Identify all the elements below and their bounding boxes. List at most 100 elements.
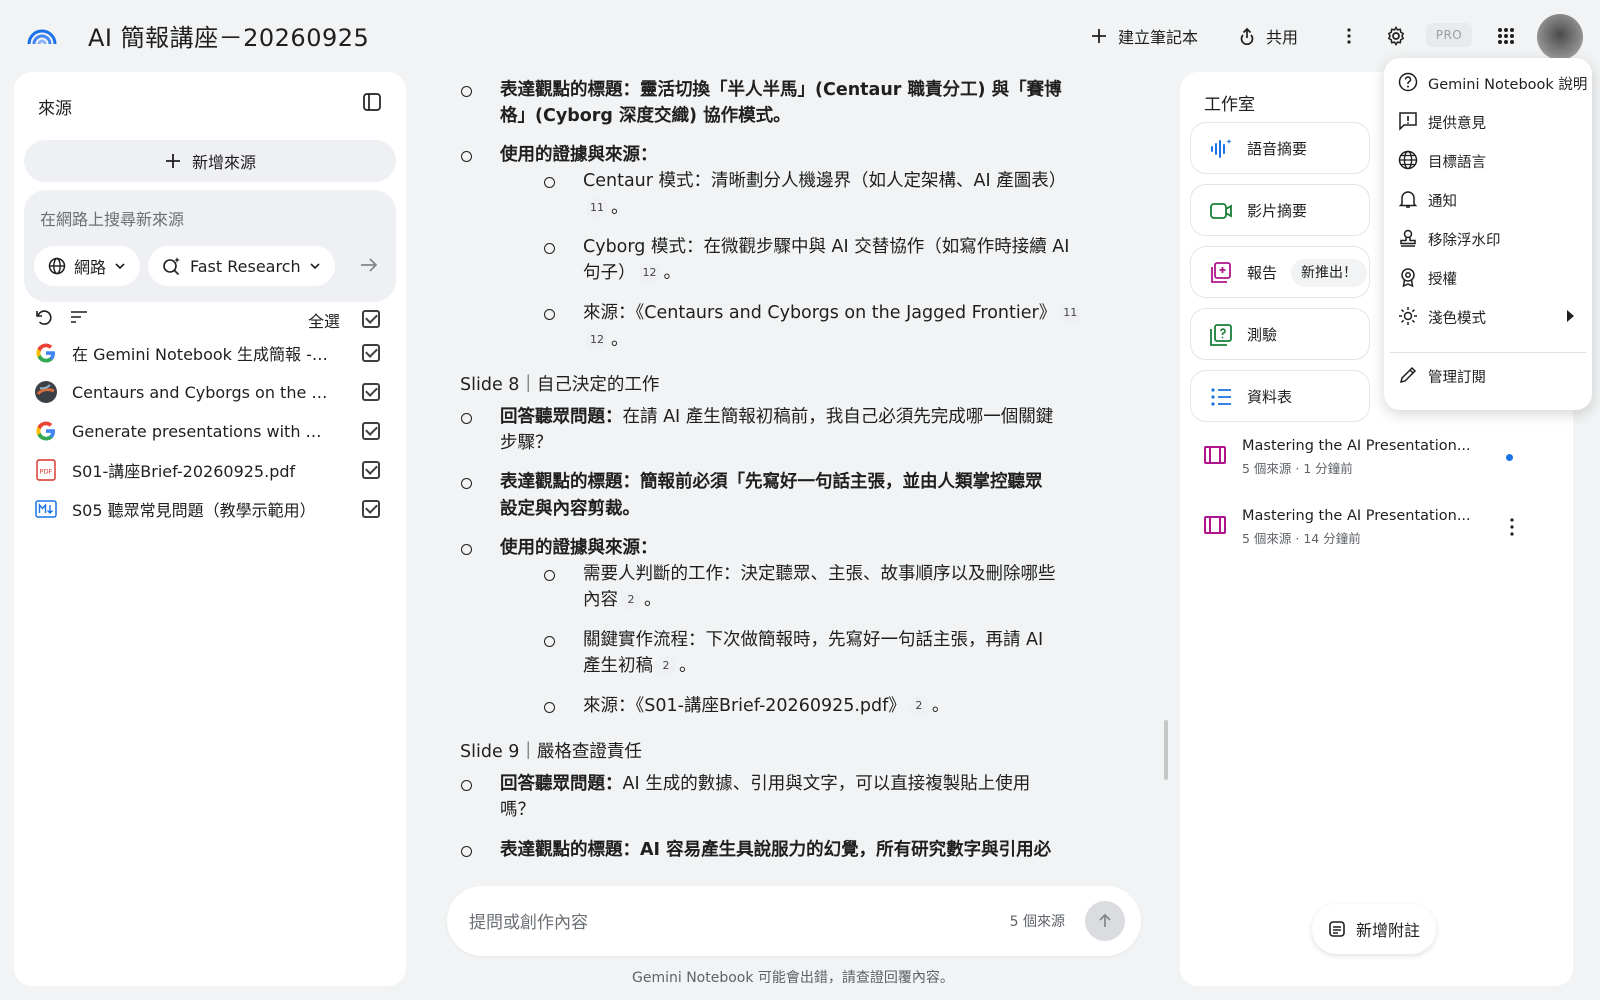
more-vert-icon[interactable] (1509, 516, 1515, 538)
collapse-panel-icon[interactable] (360, 90, 384, 114)
arrow-right-icon[interactable] (358, 254, 380, 276)
studio-card-label: 資料表 (1247, 388, 1293, 406)
saved-note-item[interactable]: Mastering the AI Presentation... 5 個來源 ·… (1180, 430, 1573, 490)
user-avatar[interactable] (1537, 14, 1583, 60)
feedback-icon (1399, 112, 1417, 131)
studio-audio-overview[interactable]: 語音摘要 (1190, 122, 1370, 174)
studio-data-table[interactable]: 資料表 (1190, 370, 1370, 422)
response-line: 內容 2。 (583, 587, 662, 614)
content-scrollbar[interactable] (1164, 720, 1168, 780)
more-options-button[interactable] (1333, 20, 1365, 52)
period: 。 (611, 198, 629, 218)
select-all-checkbox[interactable] (362, 310, 380, 328)
source-checkbox[interactable] (362, 383, 380, 401)
citation-chip[interactable]: 11 (586, 198, 608, 218)
add-source-button[interactable]: 新增來源 (24, 140, 396, 182)
studio-video-overview[interactable]: 影片摘要 (1190, 184, 1370, 236)
bold-label: 表達觀點的標題： (500, 80, 640, 100)
create-notebook-button[interactable]: 建立筆記本 (1090, 22, 1198, 50)
source-checkbox[interactable] (362, 500, 380, 518)
source-item[interactable]: Centaurs and Cyborgs on the Ja... (14, 373, 406, 411)
note-title: Mastering the AI Presentation... (1242, 438, 1471, 454)
chat-input-box[interactable]: 提問或創作內容 5 個來源 (447, 886, 1141, 956)
period: 。 (644, 590, 662, 610)
refresh-icon[interactable] (34, 308, 54, 328)
research-chip-label: Fast Research (190, 256, 301, 276)
bullet-marker (461, 478, 472, 489)
share-button[interactable]: 共用 (1238, 22, 1298, 50)
bold-text: 靈活切換「半人半馬」(Centaur 職責分工) 與「賽博 (640, 80, 1062, 100)
citation-chip[interactable]: 12 (586, 330, 608, 350)
help-icon (1398, 72, 1418, 92)
studio-card-label: 報告 (1247, 264, 1278, 282)
menu-item-notifications[interactable]: 通知 (1384, 179, 1592, 219)
menu-divider (1390, 352, 1586, 353)
menu-item-label: Gemini Notebook 說明 (1428, 77, 1588, 93)
add-note-button[interactable]: 新增附註 (1312, 904, 1436, 954)
source-item[interactable]: S05 聽眾常見問題（教學示範用） (14, 490, 406, 528)
source-count: 5 個來源 (1009, 914, 1065, 930)
chat-input[interactable]: 提問或創作內容 (469, 908, 588, 933)
response-line: 步驟？ (500, 433, 553, 453)
settings-button[interactable] (1380, 20, 1412, 52)
response-line: 嗎？ (500, 800, 535, 820)
gear-icon (1387, 26, 1405, 46)
response-line: 表達觀點的標題：AI 容易產生具說服力的幻覺，所有研究數字與引用必 (500, 837, 1051, 864)
response-line: 產生初稿 2。 (583, 653, 697, 680)
citation-chip[interactable]: 2 (621, 590, 641, 610)
sparkle-search-icon (163, 257, 180, 276)
saved-note-item[interactable]: Mastering the AI Presentation... 5 個來源 ·… (1180, 500, 1573, 560)
bullet-marker (461, 846, 472, 857)
notebook-logo-icon[interactable] (26, 20, 58, 48)
bold-text: 簡報前必須「先寫好一句話主張，並由人類掌控聽眾 (640, 472, 1043, 492)
research-mode-dropdown[interactable]: Fast Research (148, 246, 335, 286)
bullet-marker (461, 86, 472, 97)
sort-icon[interactable] (70, 310, 88, 324)
markdown-icon (34, 497, 58, 521)
studio-report[interactable]: 報告 新推出！ (1190, 246, 1370, 298)
menu-item-light-mode[interactable]: 淺色模式 (1384, 296, 1592, 336)
source-checkbox[interactable] (362, 344, 380, 362)
line-text: 在請 AI 產生簡報初稿前，我自己必須先完成哪一個關鍵 (622, 407, 1054, 427)
menu-item-label: 目標語言 (1428, 155, 1486, 171)
response-line: Centaur 模式：清晰劃分人機邊界（如人定架構、AI 產圖表） (583, 171, 1067, 191)
create-notebook-label: 建立筆記本 (1118, 28, 1199, 47)
source-item[interactable]: Generate presentations with Ge... (14, 412, 406, 450)
citation-chip[interactable]: 11 (1059, 303, 1082, 323)
unread-dot (1506, 454, 1513, 461)
citation-chip[interactable]: 2 (656, 656, 676, 676)
web-search-input[interactable]: 在網路上搜尋新來源 (40, 206, 184, 230)
source-checkbox[interactable] (362, 422, 380, 440)
apps-button[interactable] (1490, 20, 1522, 52)
menu-item-remove-watermark[interactable]: 移除浮水印 (1384, 218, 1592, 258)
pdf-icon: PDF (34, 458, 58, 482)
slides-icon (1204, 516, 1226, 534)
response-line: 來源：《Centaurs and Cyborgs on the Jagged F… (583, 300, 1084, 327)
web-source-dropdown[interactable]: 網路 (34, 246, 141, 286)
caret-right-icon (1567, 310, 1574, 322)
source-checkbox[interactable] (362, 461, 380, 479)
menu-item-help[interactable]: Gemini Notebook 說明 (1384, 62, 1592, 102)
citation-chip[interactable]: 12 (638, 263, 661, 283)
slides-icon (1204, 446, 1226, 464)
audio-wave-icon (1211, 139, 1232, 158)
select-all-label[interactable]: 全選 (308, 308, 340, 332)
chat-content-area: 表達觀點的標題：靈活切換「半人半馬」(Centaur 職責分工) 與「賽博 格」… (426, 60, 1166, 986)
response-line: 使用的證據與來源： (500, 145, 658, 165)
notebook-title[interactable]: AI 簡報講座－20260925 (88, 18, 369, 53)
source-item[interactable]: 在 Gemini Notebook 生成簡報 - ... (14, 334, 406, 372)
studio-quiz[interactable]: 測驗 (1190, 308, 1370, 360)
menu-item-license[interactable]: 授權 (1384, 257, 1592, 297)
send-button[interactable] (1085, 901, 1125, 941)
web-search-box[interactable]: 在網路上搜尋新來源 網路 Fast Research (24, 190, 396, 302)
sources-panel-title: 來源 (38, 99, 72, 119)
menu-item-feedback[interactable]: 提供意見 (1384, 101, 1592, 141)
source-item[interactable]: PDF S01-講座Brief-20260925.pdf (14, 451, 406, 489)
apps-grid-icon (1498, 28, 1514, 44)
citation-chip[interactable]: 2 (908, 696, 929, 716)
bold-label: 表達觀點的標題： (500, 472, 640, 492)
bold-label: 回答聽眾問題： (500, 774, 623, 794)
menu-item-language[interactable]: 目標語言 (1384, 140, 1592, 180)
menu-item-manage-subscription[interactable]: 管理訂閱 (1384, 355, 1592, 395)
bullet-marker (544, 309, 555, 320)
